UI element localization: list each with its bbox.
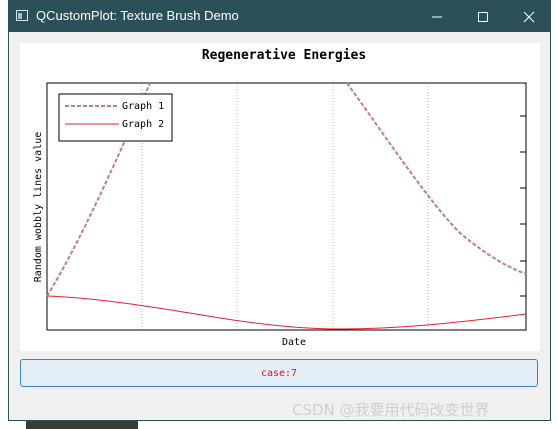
maximize-icon: [478, 12, 488, 22]
legend-graph-2-label: Graph 2: [122, 119, 164, 130]
app-icon: [16, 10, 28, 21]
minimize-button[interactable]: [414, 1, 460, 32]
chart-title: Regenerative Energies: [202, 48, 366, 63]
x-axis-label: Date: [282, 337, 306, 348]
minimize-icon: [432, 16, 442, 18]
app-window: QCustomPlot: Texture Brush Demo Regenera…: [8, 0, 551, 421]
y-axis-label: Random wobbly lines value: [33, 132, 44, 283]
close-button[interactable]: [506, 1, 552, 32]
chart-svg: Regenerative Energies Graph 1 Graph 2 Da…: [33, 48, 527, 348]
close-icon: [523, 11, 535, 23]
legend-graph-1-label: Graph 1: [122, 101, 164, 112]
right-axis-ticks: [520, 115, 526, 297]
title-bar[interactable]: QCustomPlot: Texture Brush Demo: [9, 1, 550, 32]
legend: Graph 1 Graph 2: [58, 93, 173, 142]
window-title: QCustomPlot: Texture Brush Demo: [36, 8, 239, 23]
watermark-text: CSDN @我要用代码改变世界: [292, 401, 490, 419]
series-graph-2-line: [46, 295, 527, 330]
case-button[interactable]: case:7: [20, 359, 538, 387]
background-taskbar-fragment: [26, 421, 138, 429]
plot-widget[interactable]: Regenerative Energies Graph 1 Graph 2 Da…: [20, 43, 540, 351]
maximize-button[interactable]: [460, 1, 506, 32]
x-grid: [141, 83, 429, 330]
